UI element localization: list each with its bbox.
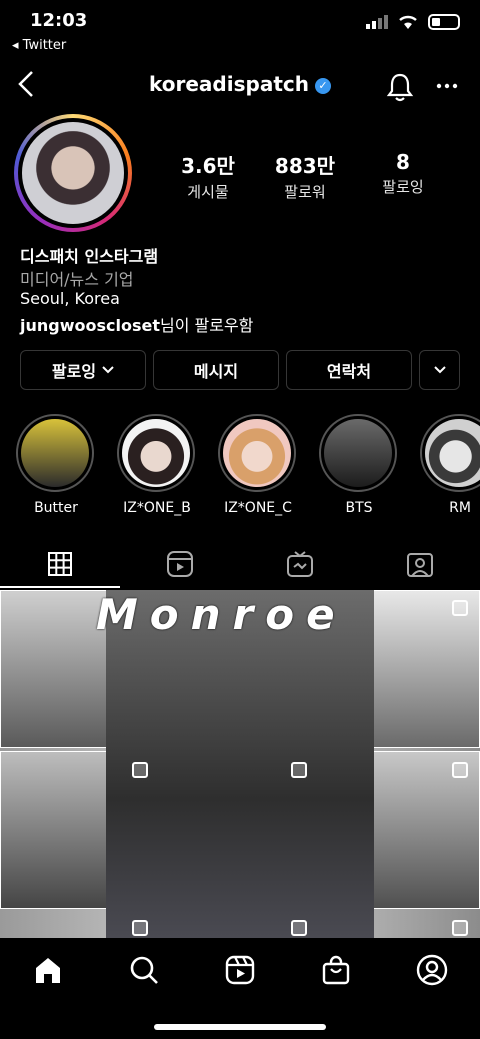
profile-name: 디스패치 인스타그램	[20, 247, 159, 266]
tab-posts-grid[interactable]	[0, 540, 120, 588]
highlight-izone-b[interactable]: IZ*ONE_B	[117, 414, 197, 516]
battery-icon	[428, 14, 460, 30]
signal-icon	[366, 15, 388, 29]
profile-icon	[416, 954, 448, 986]
stat-followers[interactable]: 883만 팔로워	[250, 150, 360, 202]
tagged-icon	[407, 553, 433, 577]
multi-photo-icon	[132, 920, 148, 936]
highlight-bts[interactable]: BTS	[319, 414, 399, 516]
active-tab-indicator	[0, 586, 120, 588]
profile-location: Seoul, Korea	[20, 289, 120, 308]
suggested-accounts-button[interactable]	[419, 350, 460, 390]
highlight-butter[interactable]: Butter	[16, 414, 96, 516]
status-icons	[366, 14, 460, 30]
stat-posts[interactable]: 3.6만 게시물	[153, 150, 263, 202]
home-indicator	[154, 1024, 326, 1030]
multi-photo-icon	[452, 600, 468, 616]
highlight-label: BTS	[345, 500, 373, 516]
stat-followers-label: 팔로워	[284, 183, 326, 201]
highlight-label: Butter	[34, 500, 78, 516]
highlight-label: IZ*ONE_B	[123, 500, 191, 516]
chevron-down-icon	[102, 366, 114, 374]
search-icon	[130, 956, 158, 984]
following-button[interactable]: 팔로잉	[20, 350, 146, 390]
reels-icon	[167, 551, 193, 577]
followed-by-suffix: 님이 팔로우함	[160, 316, 254, 335]
wifi-icon	[399, 15, 417, 29]
highlight-label: RM	[449, 500, 471, 516]
verified-badge-icon: ✓	[314, 77, 331, 94]
following-button-label: 팔로잉	[51, 362, 97, 381]
nav-reels[interactable]	[220, 950, 260, 990]
multi-photo-icon	[452, 920, 468, 936]
stat-following-value: 8	[396, 150, 410, 174]
tab-igtv[interactable]	[240, 540, 360, 588]
shop-bag-icon	[322, 955, 350, 985]
monroe-banner-text: Monroe	[96, 590, 347, 639]
reels-icon	[225, 955, 255, 985]
stat-posts-label: 게시물	[187, 183, 229, 201]
nav-search[interactable]	[124, 950, 164, 990]
nav-home[interactable]	[28, 950, 68, 990]
multi-photo-icon	[291, 920, 307, 936]
highlight-izone-c[interactable]: IZ*ONE_C	[218, 414, 298, 516]
status-time: 12:03	[30, 10, 88, 31]
message-button-label: 메시지	[193, 362, 239, 381]
chevron-down-icon	[433, 366, 446, 374]
contact-button[interactable]: 연락처	[286, 350, 412, 390]
highlight-rm[interactable]: RM	[420, 414, 480, 516]
multi-photo-icon	[452, 762, 468, 778]
tab-reels[interactable]	[120, 540, 240, 588]
igtv-icon	[287, 551, 313, 577]
posts-grid: Monroe	[0, 590, 480, 938]
notification-bell-icon[interactable]	[386, 72, 414, 102]
stat-following[interactable]: 8 팔로잉	[348, 150, 458, 197]
profile-tab-bar	[0, 540, 480, 588]
stat-posts-value: 3.6만	[181, 154, 235, 178]
contact-button-label: 연락처	[326, 362, 372, 381]
stat-followers-value: 883만	[274, 154, 336, 178]
back-to-app-link[interactable]: ◂ Twitter	[12, 38, 66, 53]
stat-following-label: 팔로잉	[382, 178, 424, 196]
multi-photo-icon	[291, 762, 307, 778]
nav-shop[interactable]	[316, 950, 356, 990]
username: koreadispatch	[149, 72, 309, 96]
more-options-icon[interactable]	[436, 82, 458, 90]
message-button[interactable]: 메시지	[153, 350, 279, 390]
tab-tagged[interactable]	[360, 540, 480, 588]
highlight-label: IZ*ONE_C	[224, 500, 292, 516]
nav-profile[interactable]	[412, 950, 452, 990]
home-icon	[36, 958, 60, 983]
followed-by-user[interactable]: jungwooscloset	[20, 316, 160, 335]
profile-avatar[interactable]	[14, 114, 132, 232]
profile-category: 미디어/뉴스 기업	[20, 270, 134, 289]
grid-icon	[48, 552, 72, 576]
followed-by-line[interactable]: jungwooscloset님이 팔로우함	[20, 312, 253, 336]
bottom-nav-bar	[0, 938, 480, 1039]
multi-photo-icon	[132, 762, 148, 778]
